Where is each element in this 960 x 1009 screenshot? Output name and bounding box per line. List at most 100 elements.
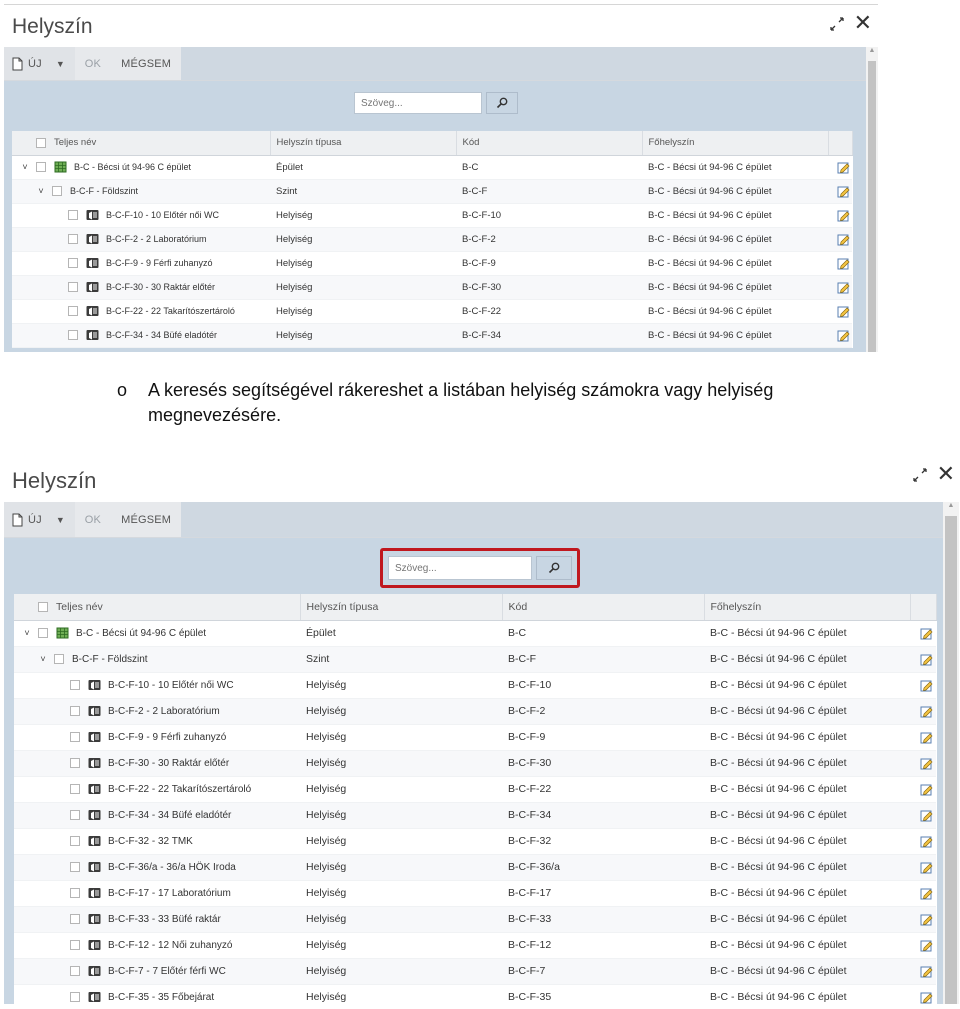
row-checkbox[interactable] — [54, 654, 64, 664]
edit-icon[interactable] — [920, 627, 933, 640]
column-header-code[interactable]: Kód — [456, 131, 643, 156]
edit-icon[interactable] — [837, 209, 850, 222]
edit-icon[interactable] — [920, 705, 933, 718]
table-row[interactable]: B-C-F-2 - 2 Laboratórium Helyiség B-C-F-2 B… — [12, 227, 852, 252]
edit-icon[interactable] — [920, 991, 933, 1004]
column-header-type[interactable]: Helyszín típusa — [300, 594, 503, 621]
ok-button[interactable]: OK — [75, 502, 111, 537]
column-header-name[interactable]: Teljes név — [14, 594, 301, 621]
row-checkbox[interactable] — [68, 210, 78, 220]
row-checkbox[interactable] — [70, 888, 80, 898]
row-checkbox[interactable] — [68, 282, 78, 292]
scrollbar[interactable]: ▲ — [866, 47, 878, 352]
row-checkbox[interactable] — [70, 940, 80, 950]
row-checkbox[interactable] — [70, 784, 80, 794]
search-button[interactable] — [486, 92, 518, 114]
table-row[interactable]: ˅ B-C - Bécsi út 94-96 C épület Épület B-C B… — [14, 620, 936, 647]
row-checkbox[interactable] — [36, 162, 46, 172]
new-button[interactable]: ÚJ — [12, 502, 42, 537]
edit-icon[interactable] — [920, 835, 933, 848]
edit-icon[interactable] — [920, 757, 933, 770]
row-checkbox[interactable] — [70, 680, 80, 690]
row-checkbox[interactable] — [70, 992, 80, 1002]
table-row[interactable]: B-C-F-33 - 33 Büfé raktár Helyiség B-C-F-3… — [14, 906, 936, 933]
edit-icon[interactable] — [920, 809, 933, 822]
chevron-down-icon[interactable]: ˅ — [20, 628, 34, 638]
column-header-parent[interactable]: Főhelyszín — [642, 131, 829, 156]
column-header-code[interactable]: Kód — [502, 594, 705, 621]
chevron-down-icon[interactable]: ▼ — [56, 515, 65, 525]
edit-icon[interactable] — [920, 731, 933, 744]
edit-icon[interactable] — [837, 329, 850, 342]
edit-icon[interactable] — [920, 913, 933, 926]
cancel-button[interactable]: MÉGSEM — [111, 47, 181, 80]
edit-icon[interactable] — [920, 965, 933, 978]
close-icon[interactable]: ✕ — [854, 13, 872, 35]
expand-icon[interactable] — [912, 468, 927, 482]
edit-icon[interactable] — [837, 233, 850, 246]
row-checkbox[interactable] — [70, 732, 80, 742]
row-checkbox[interactable] — [68, 330, 78, 340]
row-checkbox[interactable] — [68, 258, 78, 268]
table-row[interactable]: B-C-F-9 - 9 Férfi zuhanyzó Helyiség B-C-F-… — [14, 724, 936, 751]
ok-button[interactable]: OK — [75, 47, 111, 80]
expand-icon[interactable] — [829, 17, 844, 31]
row-checkbox[interactable] — [70, 914, 80, 924]
search-button[interactable] — [536, 556, 572, 580]
search-input[interactable] — [388, 556, 532, 580]
table-row[interactable]: B-C-F-30 - 30 Raktár előtér Helyiség B-C-F… — [12, 275, 852, 300]
table-row[interactable]: B-C-F-9 - 9 Férfi zuhanyzó Helyiség B-C-F-… — [12, 251, 852, 276]
scrollbar[interactable]: ▲ — [943, 502, 959, 1004]
edit-icon[interactable] — [837, 281, 850, 294]
edit-icon[interactable] — [920, 861, 933, 874]
close-icon[interactable]: ✕ — [937, 464, 955, 486]
table-row[interactable]: B-C-F-32 - 32 TMK Helyiség B-C-F-32 B-C - B… — [14, 828, 936, 855]
row-checkbox[interactable] — [70, 966, 80, 976]
table-row[interactable]: ˅ B-C - Bécsi út 94-96 C épület Épület B-C B… — [12, 155, 852, 180]
column-header-parent[interactable]: Főhelyszín — [704, 594, 911, 621]
table-row[interactable]: ˅ B-C-F - Földszint Szint B-C-F B-C - Bécsi … — [12, 179, 852, 204]
row-checkbox[interactable] — [70, 836, 80, 846]
table-row[interactable]: ˅ B-C-F - Földszint Szint B-C-F B-C - Bécsi … — [14, 646, 936, 673]
edit-icon[interactable] — [920, 783, 933, 796]
table-row[interactable]: B-C-F-7 - 7 Előtér férfi WC Helyiség B-C-F… — [14, 958, 936, 985]
select-all-checkbox[interactable] — [38, 601, 48, 612]
edit-icon[interactable] — [920, 653, 933, 666]
edit-icon[interactable] — [837, 185, 850, 198]
chevron-down-icon[interactable]: ˅ — [36, 654, 50, 664]
edit-icon[interactable] — [837, 161, 850, 174]
chevron-down-icon[interactable]: ˅ — [18, 162, 32, 172]
column-header-type[interactable]: Helyszín típusa — [270, 131, 457, 156]
table-row[interactable]: B-C-F-36/a - 36/a HÖK Iroda Helyiség B-C-F… — [14, 854, 936, 881]
table-row[interactable]: B-C-F-34 - 34 Büfé eladótér Helyiség B-C-F… — [14, 802, 936, 829]
scroll-up-arrow-icon[interactable]: ▲ — [866, 47, 878, 59]
search-input[interactable] — [354, 92, 482, 114]
column-header-name[interactable]: Teljes név — [12, 131, 271, 156]
chevron-down-icon[interactable]: ˅ — [34, 186, 48, 196]
edit-icon[interactable] — [920, 887, 933, 900]
scroll-thumb[interactable] — [868, 61, 876, 352]
cancel-button[interactable]: MÉGSEM — [111, 502, 181, 537]
table-row[interactable]: B-C-F-34 - 34 Büfé eladótér Helyiség B-C-F… — [12, 323, 852, 348]
select-all-checkbox[interactable] — [36, 137, 46, 148]
row-checkbox[interactable] — [70, 758, 80, 768]
row-checkbox[interactable] — [68, 306, 78, 316]
table-row[interactable]: B-C-F-2 - 2 Laboratórium Helyiség B-C-F-2 B… — [14, 698, 936, 725]
row-checkbox[interactable] — [70, 862, 80, 872]
chevron-down-icon[interactable]: ▼ — [56, 59, 65, 69]
table-row[interactable]: B-C-F-17 - 17 Laboratórium Helyiség B-C-F-… — [14, 880, 936, 907]
new-button[interactable]: ÚJ — [12, 47, 42, 80]
edit-icon[interactable] — [837, 257, 850, 270]
row-checkbox[interactable] — [68, 234, 78, 244]
table-row[interactable]: B-C-F-22 - 22 Takarítószertároló Helyiség… — [12, 299, 852, 324]
table-row[interactable]: B-C-F-30 - 30 Raktár előtér Helyiség B-C-F… — [14, 750, 936, 777]
table-row[interactable]: B-C-F-12 - 12 Női zuhanyzó Helyiség B-C-F-… — [14, 932, 936, 959]
edit-icon[interactable] — [837, 305, 850, 318]
table-row[interactable]: B-C-F-35 - 35 Főbejárat Helyiség B-C-F-35 B… — [14, 984, 936, 1004]
scroll-up-arrow-icon[interactable]: ▲ — [943, 502, 959, 514]
row-checkbox[interactable] — [70, 810, 80, 820]
edit-icon[interactable] — [920, 939, 933, 952]
table-row[interactable]: B-C-F-22 - 22 Takarítószertároló Helyiség… — [14, 776, 936, 803]
row-checkbox[interactable] — [38, 628, 48, 638]
row-checkbox[interactable] — [70, 706, 80, 716]
